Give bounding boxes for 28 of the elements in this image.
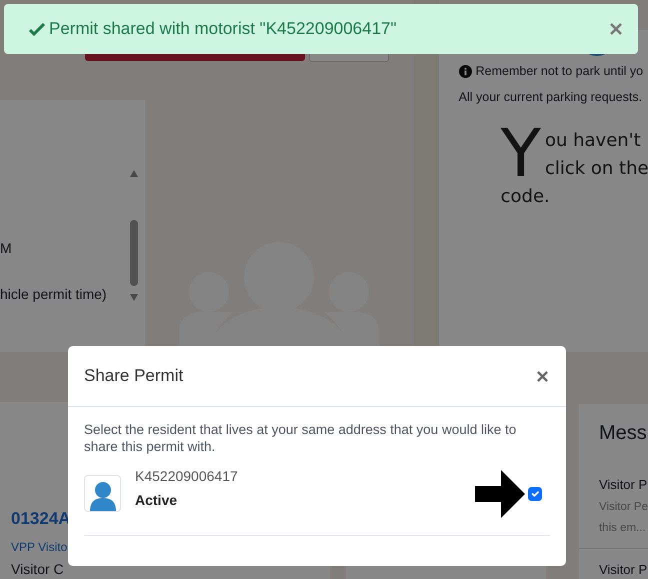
close-button[interactable] xyxy=(610,23,622,35)
message-title[interactable]: Visitor P xyxy=(598,475,648,494)
message-title[interactable]: Visitor P xyxy=(598,560,648,579)
drop-cap: Y xyxy=(500,120,541,186)
messages-title: Mess xyxy=(598,421,647,446)
resident-status: Active xyxy=(135,491,178,510)
permit-type[interactable]: VPP Visito xyxy=(11,538,68,556)
avatar-icon xyxy=(84,475,121,512)
requests-text: All your current parking requests. xyxy=(458,88,644,106)
detail-text: hicle permit time) xyxy=(0,285,108,304)
detail-text: M xyxy=(0,239,13,258)
reminder-text: Remember not to park until yo xyxy=(476,63,644,80)
permit-label: Visitor C xyxy=(11,560,64,578)
message-line: ou haven't xyxy=(544,128,642,152)
instructions-text: Select the resident that lives at your same address that you would like to share this permit with. xyxy=(84,422,518,456)
check-icon xyxy=(29,22,45,36)
resident-id: K452209006417 xyxy=(135,467,238,486)
info-icon xyxy=(458,64,472,78)
permit-number[interactable]: 01324A xyxy=(11,506,71,532)
message-line: code. xyxy=(500,186,550,206)
close-button[interactable] xyxy=(537,370,548,382)
message-preview: Visitor Pe xyxy=(598,500,648,515)
dialog-title: Share Permit xyxy=(84,365,184,388)
toast-message: Permit shared with motorist "K452209006417" xyxy=(49,18,398,40)
resident-checkbox[interactable] xyxy=(528,486,542,501)
message-line: click on the xyxy=(544,156,648,180)
pointer-arrow-icon xyxy=(475,470,525,518)
message-preview: this em... xyxy=(598,521,646,536)
